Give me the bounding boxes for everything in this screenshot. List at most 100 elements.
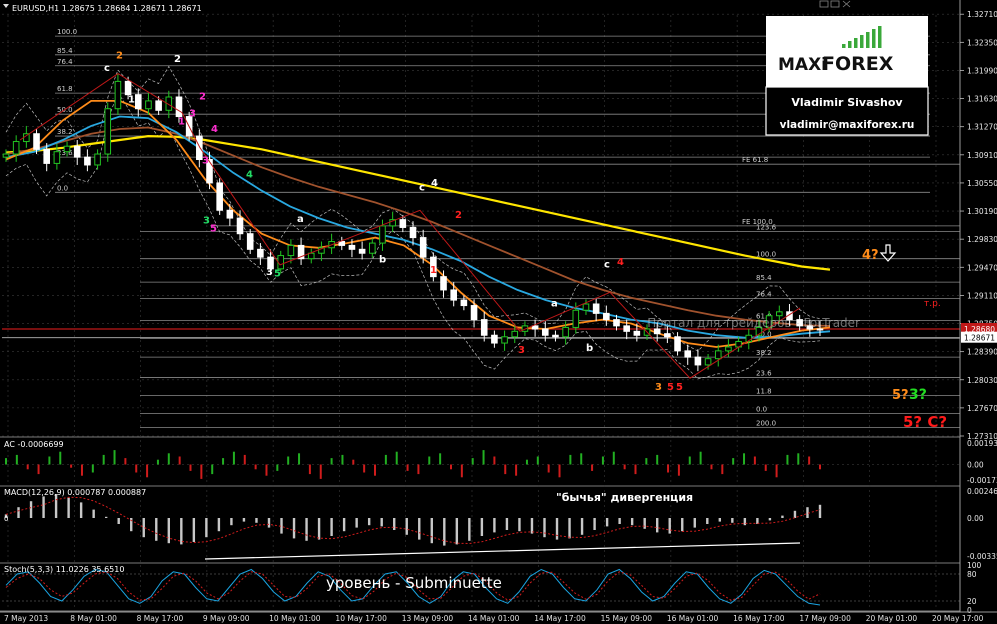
wave-label: a <box>551 298 558 309</box>
candle-body <box>623 325 630 332</box>
chart-window: 100.085.476.461.850.038.223.60.0100.085.… <box>0 0 997 624</box>
price-tick-label: 1.29470 <box>967 263 997 272</box>
candle-body <box>480 319 488 336</box>
price-tick-label: 1.32350 <box>967 38 997 47</box>
fibo-level-label: 61.8 <box>57 85 73 93</box>
candle-body <box>725 346 732 352</box>
divergence-annotation: "бычья" дивергенция <box>556 491 693 504</box>
logo-bar <box>866 32 870 48</box>
candle-body <box>552 334 559 338</box>
wave-label: 1 <box>178 116 185 127</box>
logo-bar <box>872 29 876 48</box>
macd-tick-label: 0.002462 <box>967 487 997 496</box>
fibo-level-label: 23.6 <box>756 369 772 377</box>
candle-body <box>572 309 580 328</box>
candle-body <box>409 226 417 239</box>
candle-body <box>633 330 641 336</box>
candle-body <box>511 330 519 338</box>
candle-body <box>287 244 295 257</box>
candle-body <box>470 305 478 321</box>
time-tick-label: 16 May 17:00 <box>733 614 785 623</box>
candle-body <box>63 145 71 153</box>
fibo-extension-label: FE 61.8 <box>742 156 768 164</box>
candle-body <box>562 326 569 338</box>
price-tick-label: 1.28390 <box>967 348 997 357</box>
wave-label: a <box>297 214 304 225</box>
candle-body <box>216 182 223 211</box>
watermark: Портал для трейдеров - ForTrader <box>647 316 860 330</box>
time-tick-label: 15 May 09:00 <box>601 614 653 623</box>
price-tick-label: 1.31630 <box>967 95 997 104</box>
price-tick-label: 1.31270 <box>967 123 997 132</box>
stoch-tick-label: 80 <box>967 570 977 579</box>
candle-body <box>155 100 162 111</box>
candle-body <box>114 80 122 110</box>
candle-body <box>226 209 234 219</box>
wave-label: 4 <box>431 178 438 189</box>
candle-body <box>53 151 61 164</box>
forecast-5: 5? <box>892 388 909 403</box>
macd-tick-label: 0.00 <box>967 514 984 523</box>
ac-label: AC -0.0006699 <box>4 440 64 449</box>
candle-body <box>134 94 142 110</box>
candle-body <box>582 303 590 311</box>
chart-title: EURUSD,H1 1.28675 1.28684 1.28671 1.2867… <box>12 4 202 13</box>
candle-body <box>175 96 183 118</box>
fibo-level-label: 76.4 <box>756 291 772 299</box>
candle-body <box>369 242 376 254</box>
candle-body <box>592 303 600 314</box>
price-tick-label: 1.30550 <box>967 179 997 188</box>
stoch-tick-label: 100 <box>967 561 982 570</box>
author-name: Vladimir Sivashov <box>791 96 903 109</box>
wave-label: 2 <box>116 51 123 62</box>
time-tick-label: 7 May 2013 <box>4 614 48 623</box>
logo-bar <box>848 41 852 48</box>
fibo-level-label: 38.2 <box>756 349 772 357</box>
candle-body <box>531 325 539 330</box>
wave-label: 5 <box>210 223 217 234</box>
wave-label: 2 <box>174 54 181 65</box>
logo-bar <box>878 26 882 48</box>
wave-label: 5 <box>274 269 281 280</box>
candle-body <box>84 156 91 166</box>
candle-body <box>541 328 549 336</box>
candle-body <box>714 350 722 360</box>
macd-zero-mark: 0 <box>4 515 8 523</box>
price-tick-label: 1.27670 <box>967 404 997 413</box>
fibo-level-label: 11.8 <box>756 387 772 395</box>
fibo-level-label: 100.0 <box>57 28 77 36</box>
time-tick-label: 13 May 09:00 <box>402 614 454 623</box>
tp-label: т.р. <box>924 299 941 309</box>
candle-body <box>145 100 152 110</box>
wave-label: b <box>379 255 386 266</box>
time-axis: 7 May 2013 8 May 01:00 8 May 17:00 9 May 09… <box>0 611 997 623</box>
stoch-label: Stoch(5,3,3) 11.0226 35.6510 <box>4 565 124 574</box>
candle-body <box>684 350 692 358</box>
wave-label: 3 <box>203 216 210 227</box>
price-tick-label: 1.31990 <box>967 66 997 75</box>
time-tick-label: 9 May 09:00 <box>203 614 250 623</box>
wave-label: c <box>104 63 110 74</box>
wave-label: 5 <box>667 382 674 393</box>
price-tick-label: 1.28030 <box>967 376 997 385</box>
candle-body <box>450 289 457 301</box>
time-tick-label: 10 May 01:00 <box>269 614 321 623</box>
candle-body <box>704 358 712 366</box>
wave-label: 1 <box>128 94 135 105</box>
candle-body <box>94 153 101 166</box>
wave-label: 5 <box>676 382 683 393</box>
time-tick-label: 14 May 17:00 <box>534 614 586 623</box>
logo-bar <box>854 38 858 48</box>
ac-tick-label: -0.001734 <box>967 476 997 485</box>
stoch-tick-label: 20 <box>967 597 977 606</box>
candle-body <box>2 153 10 158</box>
candle-body <box>246 233 254 250</box>
candle-body <box>348 244 356 250</box>
forecast-3: 3? <box>909 387 927 403</box>
time-tick-label: 8 May 17:00 <box>137 614 184 623</box>
wave-label: 2 <box>199 91 206 102</box>
wave-label: 4 <box>246 169 253 180</box>
candle-body <box>613 319 620 327</box>
brand-left: MAXi <box>778 55 827 75</box>
candle-body <box>379 225 386 244</box>
